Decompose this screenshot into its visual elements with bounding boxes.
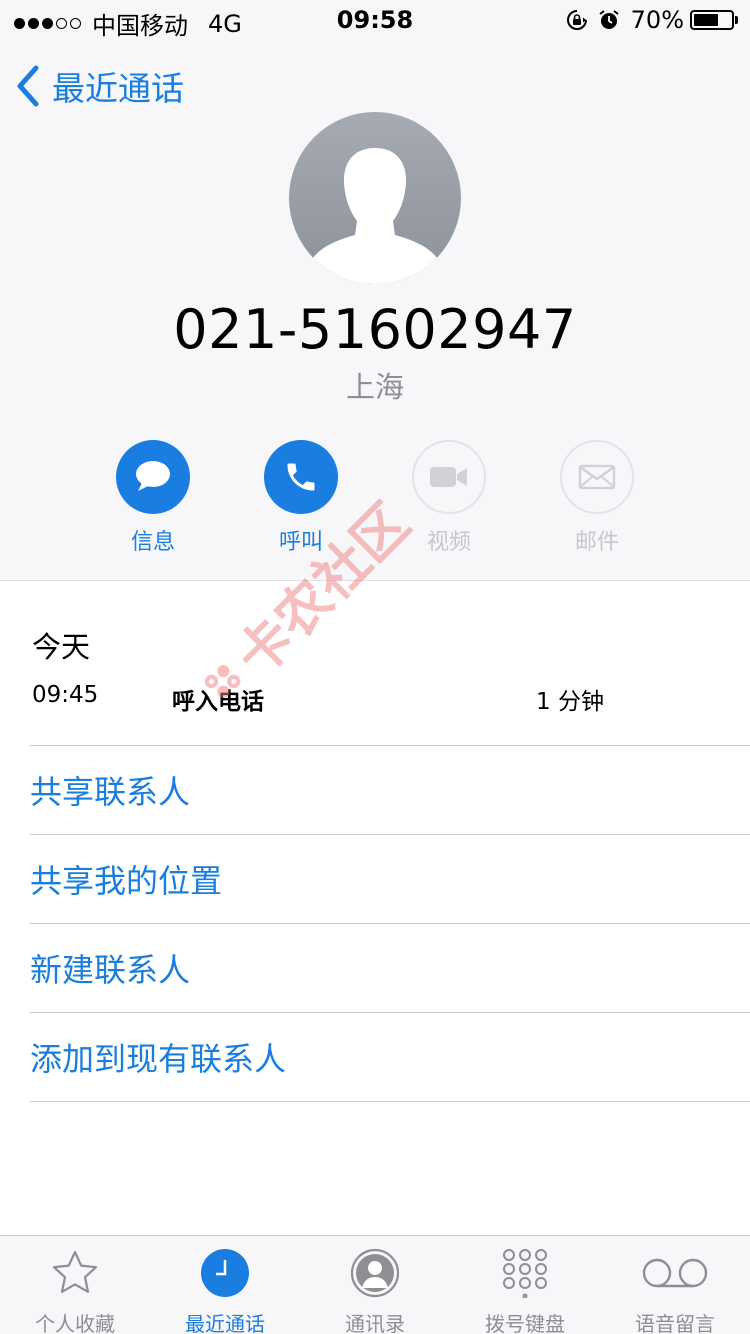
video-label: 视频 [426,530,471,555]
video-icon [430,467,467,487]
mail-circle [560,440,634,514]
alarm-icon [599,10,619,29]
keypad-icon [503,1249,547,1298]
tab-label: 最近通话 [185,1312,265,1334]
orientation-lock-icon [566,10,587,30]
tab-bar: 个人收藏 最近通话 通讯录 拨号键盘 语音留言 [0,1235,750,1334]
mail-button[interactable]: 邮件 [537,440,657,556]
contact-header: 最近通话 021-51602947 上海 信息 呼叫 视频 邮件 [0,40,750,581]
contact-detail-screen: 中国移动 4G 09:58 70% 最近通话 021-51602947 上海 信… [0,0,750,1334]
tab-label: 通讯录 [345,1312,405,1334]
call-time: 09:45 [32,682,99,708]
message-label: 信息 [130,530,175,555]
call-button[interactable]: 呼叫 [241,440,361,556]
share-contact-option[interactable]: 共享联系人 [30,745,750,834]
recents-day-label: 今天 [32,630,91,664]
tab-voicemail[interactable]: 语音留言 [600,1236,750,1334]
battery-icon [690,10,734,30]
status-right: 70% [557,6,738,34]
battery-level [694,14,718,26]
back-button[interactable]: 最近通话 [14,62,184,110]
clock-icon [201,1249,249,1297]
tab-keypad[interactable]: 拨号键盘 [450,1236,600,1334]
call-type: 呼入电话 [172,689,264,715]
message-button[interactable]: 信息 [93,440,213,556]
status-bar: 中国移动 4G 09:58 70% [0,0,750,40]
message-circle [116,440,190,514]
tab-label: 拨号键盘 [485,1312,565,1334]
mail-icon [578,464,616,490]
contacts-icon [350,1248,400,1298]
mail-label: 邮件 [574,530,619,555]
video-button[interactable]: 视频 [389,440,509,556]
message-icon [136,461,170,491]
tab-contacts[interactable]: 通讯录 [300,1236,450,1334]
share-location-option[interactable]: 共享我的位置 [30,834,750,923]
tab-label: 语音留言 [635,1312,715,1334]
create-contact-option[interactable]: 新建联系人 [30,923,750,1012]
phone-number[interactable]: 021-51602947 [0,298,750,361]
avatar [289,112,461,284]
back-label: 最近通话 [52,69,184,108]
tab-recents[interactable]: 最近通话 [150,1236,300,1334]
tab-favorites[interactable]: 个人收藏 [0,1236,150,1334]
battery-percent: 70% [630,6,684,34]
phone-icon [287,463,315,491]
battery-cap [735,16,738,24]
add-to-existing-contact-option[interactable]: 添加到现有联系人 [30,1012,750,1102]
star-icon [52,1250,98,1293]
call-label: 呼叫 [278,530,323,555]
chevron-left-icon [17,65,39,107]
call-circle [264,440,338,514]
tab-label: 个人收藏 [35,1312,115,1334]
person-silhouette-icon [309,148,441,284]
voicemail-icon [642,1258,708,1288]
call-duration: 1 分钟 [536,689,604,715]
video-circle [412,440,486,514]
contact-options-list: 共享联系人 共享我的位置 新建联系人 添加到现有联系人 [30,745,750,1102]
call-entry: 09:45 呼入电话 1 分钟 [32,682,722,715]
phone-location: 上海 [345,370,404,404]
